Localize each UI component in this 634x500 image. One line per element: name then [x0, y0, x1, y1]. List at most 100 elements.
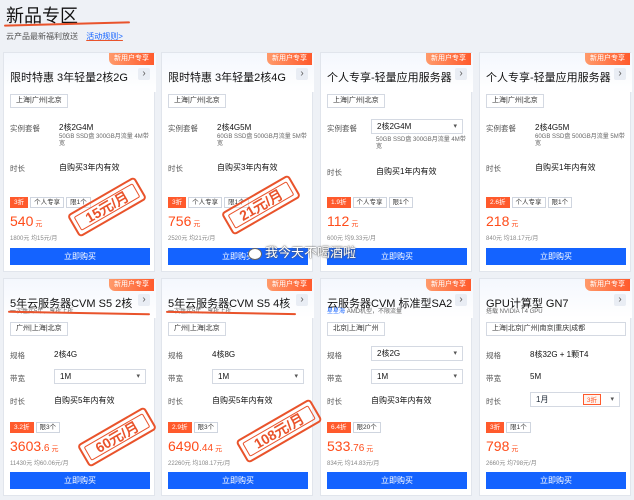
- model-value: 2核4G: [54, 350, 78, 359]
- bandwidth-value: 5M: [530, 372, 542, 381]
- chevron-right-icon[interactable]: ›: [614, 294, 626, 306]
- region-selector[interactable]: 上海|北京|广州|南京|重庆|成都: [486, 322, 626, 336]
- chevron-right-icon[interactable]: ›: [614, 68, 626, 80]
- region-selector[interactable]: 广州|上海|北京: [10, 322, 68, 336]
- region-selector[interactable]: 上海|广州|北京: [327, 94, 385, 108]
- product-card-7: 新用户专享 云服务器CVM 标准型SA2 › 星星海 AMD机型，不限流量 北京…: [320, 278, 473, 496]
- new-user-badge: 新用户专享: [109, 53, 154, 65]
- tag: 限1个: [547, 197, 573, 208]
- duration-label: 时长: [486, 164, 501, 173]
- card-title[interactable]: 个人专享-轻量应用服务器: [327, 69, 455, 85]
- duration-value: 自购买3年内有效: [371, 396, 432, 405]
- spec-note: 60GB SSD盘 500GB月流量 5M带宽: [217, 134, 307, 147]
- price: 798 元: [486, 438, 518, 454]
- model-label: 规格: [486, 351, 501, 360]
- region-selector[interactable]: 上海|广州|北京: [486, 94, 544, 108]
- brand-label: 星星海: [327, 309, 346, 315]
- tag: 个人专享: [511, 197, 546, 208]
- original-price: 1800元 均15元/月: [10, 236, 58, 242]
- duration-label: 时长: [168, 397, 183, 406]
- price-decimal: .44: [199, 443, 214, 454]
- chevron-right-icon[interactable]: ›: [138, 294, 150, 306]
- card-title[interactable]: 限时特惠 3年轻量2核2G: [10, 69, 138, 85]
- spec-value: 2核2G4M: [59, 123, 94, 132]
- duration-label: 时长: [486, 397, 501, 406]
- region-selector[interactable]: 上海|广州|北京: [168, 94, 226, 108]
- original-price: 2660元 均798元/月: [486, 461, 537, 467]
- spec-select[interactable]: 2核2G4M ▾: [371, 119, 463, 134]
- price-value: 112: [327, 213, 350, 229]
- subtitle-text: 云产品最新福利放送: [6, 32, 78, 41]
- card-desc: 星星海 AMD机型，不限流量: [327, 309, 467, 316]
- duration-label: 时长: [327, 397, 342, 406]
- new-user-badge: 新用户专享: [109, 279, 154, 291]
- discount-tag: 2.6折: [486, 197, 510, 208]
- model-select[interactable]: 2核2G ▾: [371, 346, 463, 361]
- buy-button[interactable]: 立即购买: [486, 248, 626, 265]
- price-unit: 元: [511, 446, 519, 453]
- watermark-text: 我今天不喝酒啦: [265, 245, 357, 260]
- duration-label: 时长: [168, 164, 183, 173]
- price-value: 218: [486, 213, 510, 229]
- model-value: 4核8G: [212, 350, 236, 359]
- chevron-right-icon[interactable]: ›: [455, 294, 467, 306]
- price-value: 6490: [168, 438, 200, 454]
- buy-button[interactable]: 立即购买: [10, 248, 150, 265]
- buy-button[interactable]: 立即购买: [10, 472, 150, 489]
- region-selector[interactable]: 上海|广州|北京: [10, 94, 68, 108]
- duration-value: 自购买5年内有效: [212, 396, 273, 405]
- tag: 限1个: [388, 197, 414, 208]
- chevron-down-icon: ▾: [136, 373, 140, 380]
- price-unit: 元: [351, 221, 359, 228]
- price: 533.76 元: [327, 438, 373, 454]
- model-value: 8核32G + 1颗T4: [530, 350, 589, 359]
- discount-tag: 3折: [486, 422, 505, 433]
- bandwidth-label: 带宽: [10, 374, 25, 383]
- bandwidth-label: 带宽: [486, 374, 501, 383]
- desc-text: AMD机型，不限流量: [346, 309, 403, 315]
- bandwidth-select[interactable]: 1M ▾: [371, 369, 463, 384]
- region-selector[interactable]: 广州|上海|北京: [168, 322, 226, 336]
- chevron-right-icon[interactable]: ›: [138, 68, 150, 80]
- original-price: 600元 均9.33元/月: [327, 236, 377, 242]
- buy-button[interactable]: 立即购买: [327, 472, 467, 489]
- tag-row: 6.4折 限20个: [327, 422, 383, 433]
- price-unit: 元: [511, 221, 519, 228]
- card-title[interactable]: 个人专享-轻量应用服务器: [486, 69, 614, 85]
- chevron-right-icon[interactable]: ›: [296, 68, 308, 80]
- price: 218 元: [486, 213, 518, 229]
- product-card-1: 新用户专享 限时特惠 3年轻量2核2G › 上海|广州|北京 实例套餐 2核2G…: [3, 52, 156, 272]
- card-title[interactable]: 限时特惠 3年轻量2核4G: [168, 69, 296, 85]
- duration-label: 时长: [327, 168, 342, 177]
- duration-select[interactable]: 1月 3折 ▾: [530, 392, 620, 407]
- chevron-right-icon[interactable]: ›: [296, 294, 308, 306]
- duration-label: 时长: [10, 164, 25, 173]
- duration-value: 自购买3年内有效: [59, 163, 120, 172]
- buy-button[interactable]: 立即购买: [168, 472, 308, 489]
- tag-row: 2.9折 限3个: [168, 422, 220, 433]
- bandwidth-select[interactable]: 1M ▾: [54, 369, 146, 384]
- price-value: 3603: [10, 438, 42, 454]
- duration-discount-tag: 3折: [582, 394, 601, 405]
- price: 6490.44 元: [168, 438, 222, 454]
- price-unit: 元: [366, 446, 374, 453]
- tag: 限1个: [506, 422, 531, 433]
- rules-link[interactable]: 活动规则>: [86, 32, 123, 41]
- discount-tag: 1.9折: [327, 197, 351, 208]
- tag: 限20个: [352, 422, 381, 433]
- region-selector[interactable]: 北京|上海|广州: [327, 322, 385, 336]
- price-unit: 元: [193, 221, 201, 228]
- price-unit: 元: [215, 446, 223, 453]
- product-card-4: 新用户专享 个人专享-轻量应用服务器 › 上海|广州|北京 实例套餐 2核4G5…: [479, 52, 632, 272]
- price-value: 533: [327, 438, 351, 454]
- price-unit: 元: [51, 446, 59, 453]
- tag-row: 2.6折 个人专享 限1个: [486, 197, 574, 208]
- discount-tag: 3折: [10, 197, 29, 208]
- price: 112 元: [327, 213, 358, 229]
- chevron-right-icon[interactable]: ›: [455, 68, 467, 80]
- buy-button[interactable]: 立即购买: [486, 472, 626, 489]
- new-user-badge: 新用户专享: [585, 279, 630, 291]
- price-value: 798: [486, 438, 510, 454]
- bandwidth-select[interactable]: 1M ▾: [212, 369, 304, 384]
- chevron-down-icon: ▾: [453, 373, 457, 380]
